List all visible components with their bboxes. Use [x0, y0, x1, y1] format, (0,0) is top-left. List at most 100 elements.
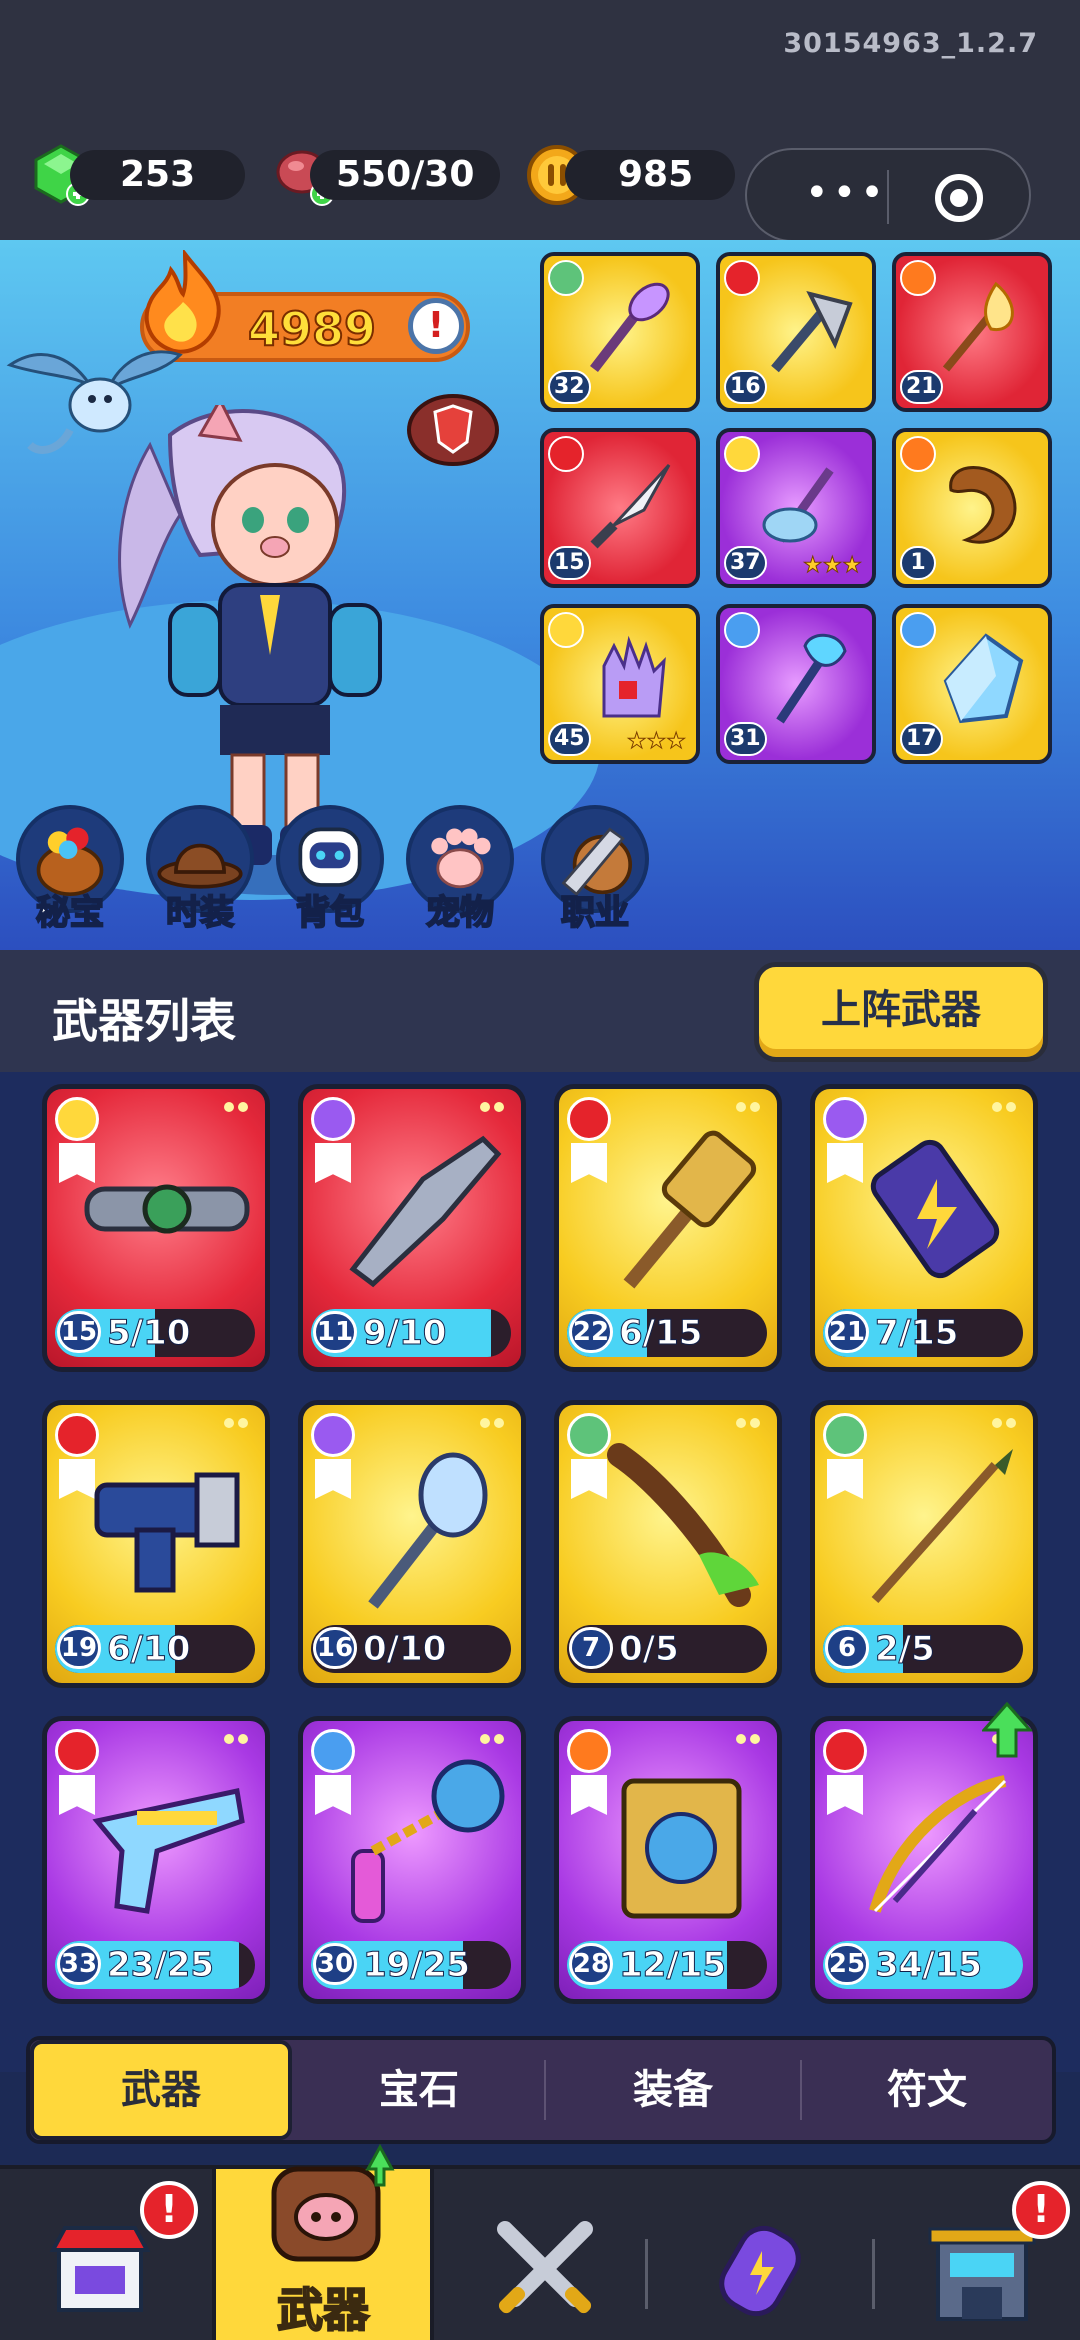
chain-flail-icon	[351, 1759, 505, 1923]
equipped-slot[interactable]: 1	[892, 428, 1052, 588]
hub-label: 秘宝	[35, 892, 105, 934]
weapon-level: 33	[57, 1943, 101, 1985]
tab-equipment[interactable]: 装备	[546, 2040, 800, 2140]
coins-value: 985	[618, 154, 694, 195]
upgrade-arrow-icon	[982, 1702, 1032, 1758]
space-gun-icon	[92, 1788, 245, 1914]
shop-alert-badge: !	[140, 2181, 198, 2239]
slot-level: 37	[724, 546, 767, 580]
slime-club-icon	[607, 1443, 759, 1607]
meat-value: 550/30	[336, 154, 475, 195]
equipped-slot[interactable]: 15	[540, 428, 700, 588]
weapon-level: 21	[825, 1311, 869, 1353]
battery-icon	[870, 1139, 1000, 1279]
weapon-level: 11	[313, 1311, 357, 1353]
weapon-card[interactable]: 30 19/25	[298, 1716, 526, 2004]
mace-icon	[368, 1452, 488, 1609]
hub-costume-button[interactable]: 时装	[140, 805, 260, 935]
equipped-slot[interactable]: 17	[892, 604, 1052, 764]
weapon-count: 6/10	[106, 1629, 191, 1670]
weapon-level: 16	[313, 1627, 357, 1669]
top-bar: 30154963_1.2.7 253 550/30 985 •••	[0, 0, 1080, 242]
nav-divider	[872, 2239, 875, 2309]
equipped-slot[interactable]: 16	[716, 252, 876, 412]
slot-level: 31	[724, 722, 767, 756]
weapon-level: 22	[569, 1311, 613, 1353]
hub-label: 时装	[165, 892, 235, 934]
slot-level: 32	[548, 370, 591, 404]
nav-weapons[interactable]: 武器	[212, 2143, 434, 2340]
tab-gems[interactable]: 宝石	[292, 2040, 546, 2140]
weapon-count: 23/25	[106, 1945, 215, 1986]
spear-icon	[871, 1449, 1013, 1603]
weapon-card[interactable]: 15 5/10	[42, 1084, 270, 1372]
weapon-card[interactable]: 16 0/10	[298, 1400, 526, 1688]
equipped-slot[interactable]: ★★★ 37	[716, 428, 876, 588]
weapon-card[interactable]: 11 9/10	[298, 1084, 526, 1372]
nav-divider	[645, 2239, 648, 2309]
weapon-card[interactable]: 19 6/10	[42, 1400, 270, 1688]
hub-label: 背包	[295, 892, 365, 934]
weapon-count: 12/15	[618, 1945, 727, 1986]
power-alert-button[interactable]: !	[408, 298, 464, 354]
weapon-card[interactable]: 33 23/25	[42, 1716, 270, 2004]
boomerang-icon	[349, 1135, 502, 1288]
slot-level: 45	[548, 722, 591, 756]
belt-icon	[84, 1184, 250, 1234]
weapon-count: 5/10	[106, 1313, 191, 1354]
capsule-divider	[887, 170, 889, 224]
hub-treasure-button[interactable]: 秘宝	[10, 805, 130, 935]
bottom-nav: ! 武器 !	[0, 2143, 1080, 2340]
weapon-list-title: 武器列表	[52, 994, 236, 1048]
weapon-count: 7/15	[874, 1313, 959, 1354]
mini-program-capsule: •••	[745, 148, 1031, 242]
weapon-count: 6/15	[618, 1313, 703, 1354]
weapon-card[interactable]: 28 12/15	[554, 1716, 782, 2004]
hero-panel: 4989 ! 32 16 21 15 ★★★ 37 1 ★★★ 45 31 17…	[0, 240, 1080, 950]
slot-level: 21	[900, 370, 943, 404]
equipped-slot[interactable]: 32	[540, 252, 700, 412]
weapon-card[interactable]: 22 6/15	[554, 1084, 782, 1372]
close-target-icon[interactable]	[935, 174, 983, 222]
nav-base[interactable]: !	[890, 2169, 1080, 2340]
weapon-count: 2/5	[875, 1629, 936, 1670]
slot-stars: ★★★	[626, 729, 686, 755]
equipped-slot[interactable]: 21	[892, 252, 1052, 412]
feather-staff-icon	[590, 282, 670, 373]
dagger-icon	[590, 463, 671, 549]
hub-class-button[interactable]: 职业	[535, 805, 655, 935]
weapon-card[interactable]: 6 2/5	[810, 1400, 1038, 1688]
category-tabs: 武器 宝石 装备 符文	[26, 2036, 1056, 2144]
bow-icon	[869, 1775, 1007, 1913]
gems-value: 253	[120, 154, 196, 195]
weapon-count: 9/10	[362, 1313, 447, 1354]
pig-chest-icon	[271, 2143, 395, 2262]
crystal-hammer-icon	[762, 467, 834, 543]
weapon-level: 6	[825, 1627, 869, 1669]
glove-icon	[602, 635, 666, 718]
hub-pet-button[interactable]: 宠物	[400, 805, 520, 935]
rank-shield-icon[interactable]	[405, 390, 501, 470]
deploy-weapons-button[interactable]: 上阵武器	[754, 962, 1048, 1062]
weapon-card[interactable]: 25 34/15	[810, 1716, 1038, 2004]
weapon-card[interactable]: 21 7/15	[810, 1084, 1038, 1372]
equipped-slot[interactable]: ★★★ 45	[540, 604, 700, 764]
nav-capsule[interactable]	[690, 2169, 890, 2340]
hub-label: 职业	[560, 892, 630, 934]
nav-battle[interactable]	[470, 2169, 670, 2340]
hammer-icon	[623, 1130, 757, 1289]
equipped-slot[interactable]: 31	[716, 604, 876, 764]
hub-backpack-button[interactable]: 背包	[270, 805, 390, 935]
slot-stars: ★★★	[802, 553, 862, 579]
weapon-level: 7	[569, 1627, 613, 1669]
tab-weapons[interactable]: 武器	[30, 2040, 292, 2140]
weapon-level: 19	[57, 1627, 101, 1669]
crossed-swords-icon	[497, 2221, 593, 2314]
slot-level: 17	[900, 722, 943, 756]
nav-shop[interactable]: !	[0, 2169, 200, 2340]
tab-runes[interactable]: 符文	[802, 2040, 1052, 2140]
blaster-icon	[94, 1472, 240, 1593]
slot-level: 15	[548, 546, 591, 580]
more-menu-button[interactable]: •••	[805, 170, 888, 216]
weapon-card[interactable]: 7 0/5	[554, 1400, 782, 1688]
